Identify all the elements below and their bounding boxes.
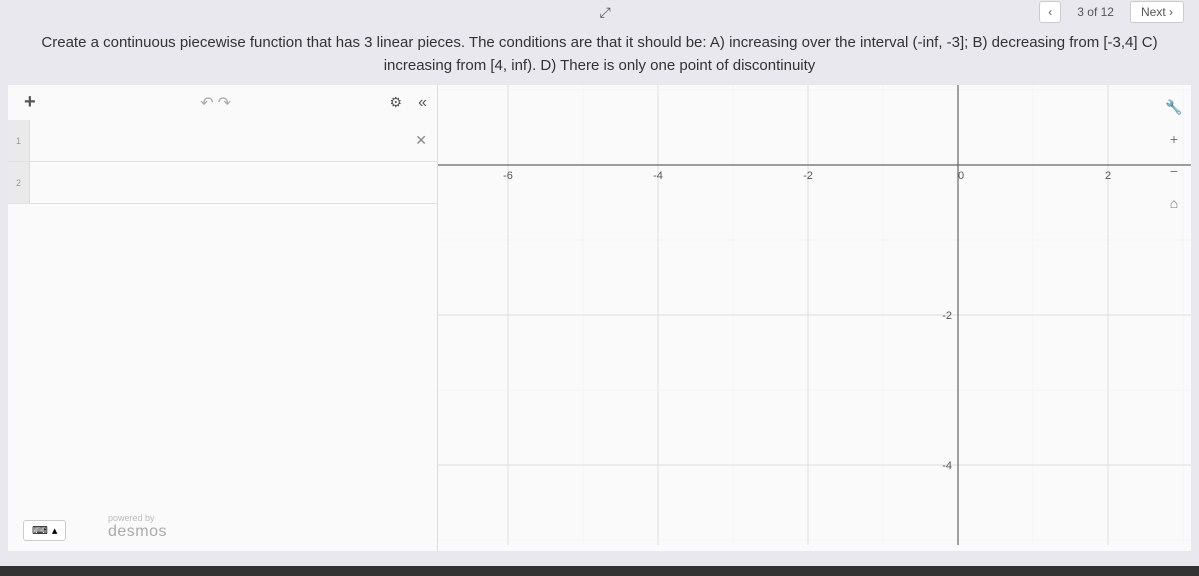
expression-number: 2 <box>8 162 30 203</box>
undo-icon[interactable]: ↶ <box>200 93 213 113</box>
expression-number: 1 <box>8 120 30 161</box>
chevron-up-icon: ▴ <box>52 524 58 537</box>
expression-input[interactable] <box>30 175 437 191</box>
redo-icon[interactable]: ↷ <box>218 93 231 113</box>
keyboard-icon: ⌨ <box>32 524 48 537</box>
close-icon[interactable]: ✕ <box>405 132 437 149</box>
svg-text:-4: -4 <box>653 170 663 182</box>
home-icon[interactable]: ⌂ <box>1162 191 1186 215</box>
graph-area[interactable]: -6 -4 -2 0 2 -4 -2 🔧 + − ⌂ <box>438 85 1191 551</box>
page-indicator: 3 of 12 <box>1069 5 1122 19</box>
expression-row[interactable]: 1 ✕ <box>8 120 437 162</box>
expression-list: 1 ✕ 2 <box>8 120 437 551</box>
svg-text:-6: -6 <box>503 170 513 182</box>
gear-icon[interactable]: ⚙ <box>390 94 403 111</box>
instructions-text: Create a continuous piecewise function t… <box>0 24 1199 85</box>
svg-text:-2: -2 <box>803 170 813 182</box>
expression-row[interactable]: 2 <box>8 162 437 204</box>
svg-text:2: 2 <box>1105 170 1111 182</box>
desmos-logo: desmos <box>108 523 167 541</box>
expression-input[interactable] <box>30 133 405 149</box>
zoom-out-button[interactable]: − <box>1162 159 1186 183</box>
wrench-icon[interactable]: 🔧 <box>1162 95 1186 119</box>
graph-grid[interactable]: -6 -4 -2 0 2 -4 -2 <box>438 85 1191 551</box>
expression-sidebar: + ↶ ↷ ⚙ « 1 ✕ 2 ⌨ ▴ powere <box>8 85 438 551</box>
bottom-bar <box>0 566 1199 576</box>
branding: powered by desmos <box>108 513 167 541</box>
collapse-icon[interactable]: « <box>418 94 427 112</box>
add-expression-button[interactable]: + <box>18 91 42 114</box>
svg-text:-2: -2 <box>942 310 952 322</box>
svg-text:0: 0 <box>958 170 964 182</box>
svg-text:-4: -4 <box>942 460 952 472</box>
zoom-in-button[interactable]: + <box>1162 127 1186 151</box>
next-button[interactable]: Next › <box>1130 1 1184 23</box>
prev-button[interactable]: ‹ <box>1039 1 1061 23</box>
expand-icon[interactable]: ⤢ <box>600 4 611 21</box>
keyboard-button[interactable]: ⌨ ▴ <box>23 520 66 541</box>
